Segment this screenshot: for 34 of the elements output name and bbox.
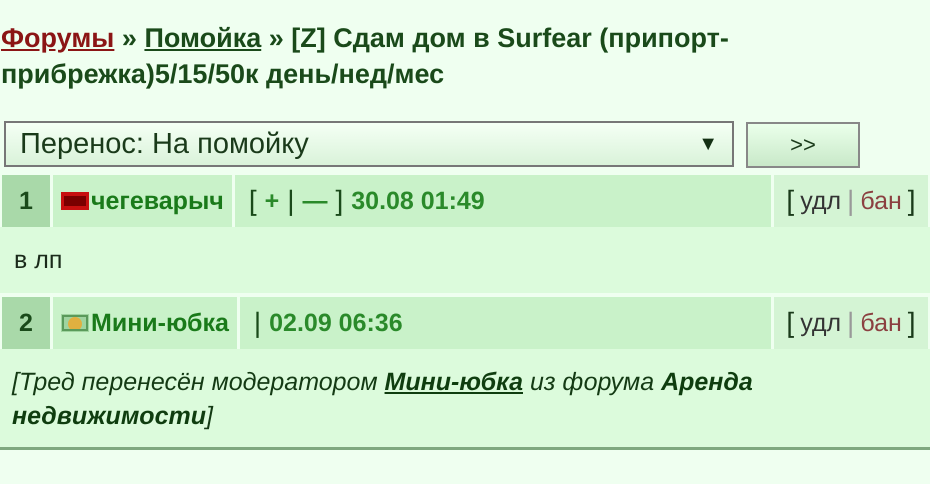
separator: | [254,307,262,339]
bracket: ] [908,307,916,339]
thread-title: прибрежка)5/15/50к день/нед/мес [1,59,444,89]
ban-link[interactable]: бан [860,186,902,216]
separator: | [287,185,294,217]
bracket: [ [786,185,794,217]
post-time: 30.08 01:49 [351,186,485,216]
move-button[interactable]: >> [746,122,860,168]
post-number: 2 [2,297,50,349]
bracket: [ [786,307,794,339]
bracket: [ [248,185,257,217]
post-time: 02.09 06:36 [269,308,403,338]
bracket: ] [908,185,916,217]
thread-title: [Z] Сдам дом в Surfear (припорт- [291,23,729,53]
delete-link[interactable]: удл [800,308,842,338]
moderator-link[interactable]: Мини-юбка [384,368,523,396]
post-text: в лп [14,245,64,276]
separator: | [847,185,854,217]
breadcrumb-separator: » [268,23,284,53]
breadcrumb-separator: » [122,23,137,53]
dropdown-arrow-icon: ▼ [698,132,718,156]
breadcrumb-link[interactable]: Форумы [1,23,114,53]
separator: | [847,307,854,339]
move-select[interactable]: Перенос: На помойку ▼ [4,121,734,167]
plus-vote-link[interactable]: + [264,186,280,216]
moderator-note: [Тред перенесён модератором Мини-юбка из форума Аренда недвижимости] [12,367,754,432]
delete-link[interactable]: удл [800,186,842,216]
avatar-icon [61,192,89,210]
breadcrumb-link[interactable]: Помойка [144,23,262,53]
post-number: 1 [2,175,50,227]
minus-vote-link[interactable]: — [302,186,328,216]
avatar-icon [61,314,89,332]
bracket: ] [335,185,344,217]
ban-link[interactable]: бан [860,308,902,338]
